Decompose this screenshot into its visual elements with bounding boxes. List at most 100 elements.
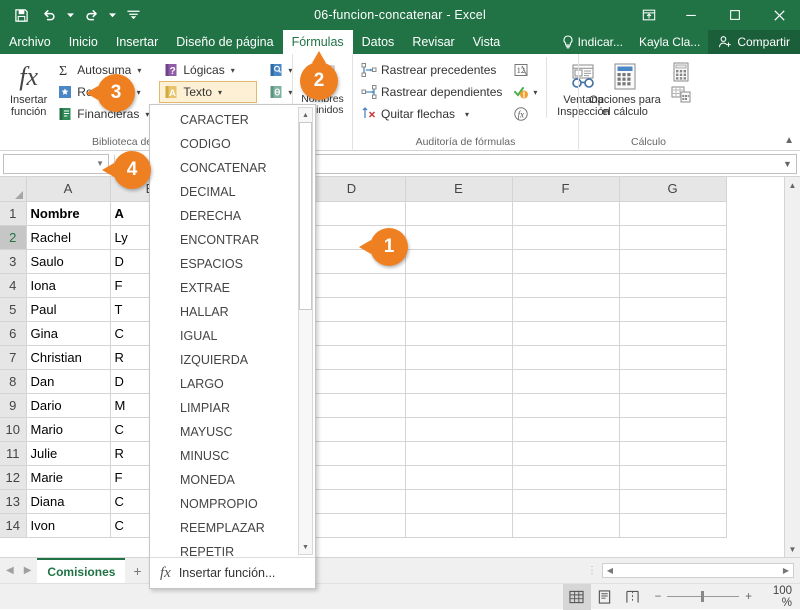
cell-a9[interactable]: Dario — [26, 393, 111, 418]
cell-f1[interactable] — [512, 201, 620, 226]
zoom-in-button[interactable]: + — [745, 591, 752, 603]
texto-button[interactable]: A Texto ▾ — [159, 81, 258, 103]
cell-f7[interactable] — [512, 345, 620, 370]
sheet-tab-comisiones[interactable]: Comisiones — [37, 558, 126, 583]
cell-f13[interactable] — [512, 489, 620, 514]
cell-g3[interactable] — [619, 249, 727, 274]
tab-revisar[interactable]: Revisar — [403, 30, 463, 54]
user-account[interactable]: Kayla Cla... — [631, 30, 708, 54]
cell-g11[interactable] — [619, 441, 727, 466]
split-grip-icon[interactable]: ⋮ — [587, 565, 597, 576]
row-header-13[interactable]: 13 — [0, 489, 27, 514]
chevron-down-icon[interactable]: ▾ — [218, 88, 222, 97]
cell-g1[interactable] — [619, 201, 727, 226]
row-header-2[interactable]: 2 — [0, 225, 27, 250]
tab-inicio[interactable]: Inicio — [60, 30, 107, 54]
cell-e2[interactable] — [405, 225, 513, 250]
share-button[interactable]: Compartir — [708, 30, 800, 54]
add-sheet-button[interactable]: + — [125, 558, 149, 583]
column-header-a[interactable]: A — [26, 177, 111, 202]
scroll-track[interactable] — [785, 193, 800, 541]
cell-e1[interactable] — [405, 201, 513, 226]
row-header-3[interactable]: 3 — [0, 249, 27, 274]
zoom-thumb[interactable] — [701, 591, 705, 602]
cell-a4[interactable]: Iona — [26, 273, 111, 298]
insertar-funcion-button[interactable]: fx Insertar función — [4, 57, 53, 119]
name-box[interactable]: ▼ — [3, 153, 109, 174]
chevron-down-icon[interactable]: ▾ — [533, 88, 537, 97]
row-header-5[interactable]: 5 — [0, 297, 27, 322]
vertical-scrollbar[interactable]: ▲ ▼ — [784, 177, 800, 557]
row-header-6[interactable]: 6 — [0, 321, 27, 346]
menu-item-minusc[interactable]: MINUSC — [150, 444, 315, 468]
row-header-9[interactable]: 9 — [0, 393, 27, 418]
zoom-track[interactable] — [667, 591, 740, 602]
logicas-button[interactable]: ? Lógicas ▾ — [159, 59, 257, 81]
cell-f12[interactable] — [512, 465, 620, 490]
next-sheet-icon[interactable]: ▶ — [24, 565, 32, 576]
menu-item-mayusc[interactable]: MAYUSC — [150, 420, 315, 444]
cell-a10[interactable]: Mario — [26, 417, 111, 442]
menu-scroll-thumb[interactable] — [299, 122, 312, 310]
tab-archivo[interactable]: Archivo — [0, 30, 60, 54]
scroll-up-icon[interactable]: ▲ — [299, 108, 312, 122]
page-break-view-icon[interactable] — [619, 584, 647, 610]
close-icon[interactable] — [758, 0, 800, 30]
cell-e13[interactable] — [405, 489, 513, 514]
cell-g6[interactable] — [619, 321, 727, 346]
mostrar-formulas-button[interactable]: 12 — [510, 59, 540, 81]
menu-item-nompropio[interactable]: NOMPROPIO — [150, 492, 315, 516]
scroll-down-icon[interactable]: ▼ — [785, 541, 800, 557]
menu-item-limpiar[interactable]: LIMPIAR — [150, 396, 315, 420]
menu-item-decimal[interactable]: DECIMAL — [150, 180, 315, 204]
menu-item-caracter[interactable]: CARACTER — [150, 108, 315, 132]
menu-item-codigo[interactable]: CODIGO — [150, 132, 315, 156]
evaluar-formula-button[interactable]: fx — [510, 103, 540, 125]
calcular-ahora-button[interactable] — [667, 61, 695, 83]
cell-a8[interactable]: Dan — [26, 369, 111, 394]
scroll-down-icon[interactable]: ▼ — [299, 540, 312, 554]
cell-a5[interactable]: Paul — [26, 297, 111, 322]
prev-sheet-icon[interactable]: ◀ — [6, 565, 14, 576]
menu-item-concatenar[interactable]: CONCATENAR — [150, 156, 315, 180]
maximize-icon[interactable] — [712, 0, 758, 30]
chevron-down-icon[interactable]: ▾ — [465, 110, 469, 119]
cell-f4[interactable] — [512, 273, 620, 298]
scroll-up-icon[interactable]: ▲ — [785, 177, 800, 193]
menu-item-derecha[interactable]: DERECHA — [150, 204, 315, 228]
busqueda-y-referencia-button[interactable]: ▾ — [265, 59, 295, 81]
cell-f6[interactable] — [512, 321, 620, 346]
cell-g9[interactable] — [619, 393, 727, 418]
quitar-flechas-button[interactable]: Quitar flechas ▾ — [357, 103, 506, 125]
cell-g12[interactable] — [619, 465, 727, 490]
row-header-12[interactable]: 12 — [0, 465, 27, 490]
calcular-hoja-button[interactable] — [667, 83, 695, 105]
menu-item-moneda[interactable]: MONEDA — [150, 468, 315, 492]
menu-item-extrae[interactable]: EXTRAE — [150, 276, 315, 300]
cell-e9[interactable] — [405, 393, 513, 418]
cell-f3[interactable] — [512, 249, 620, 274]
column-header-e[interactable]: E — [405, 177, 513, 202]
column-header-f[interactable]: F — [512, 177, 620, 202]
scroll-right-icon[interactable]: ▶ — [779, 566, 793, 575]
cell-a11[interactable]: Julie — [26, 441, 111, 466]
cell-e4[interactable] — [405, 273, 513, 298]
cell-a13[interactable]: Diana — [26, 489, 111, 514]
cell-g7[interactable] — [619, 345, 727, 370]
collapse-ribbon-icon[interactable]: ▲ — [784, 135, 794, 146]
tab-diseno-de-pagina[interactable]: Diseño de página — [167, 30, 282, 54]
scroll-left-icon[interactable]: ◀ — [603, 566, 617, 575]
cell-e10[interactable] — [405, 417, 513, 442]
column-header-g[interactable]: G — [619, 177, 727, 202]
cell-g13[interactable] — [619, 489, 727, 514]
zoom-level-label[interactable]: 100 % — [760, 585, 800, 609]
chevron-down-icon[interactable]: ▾ — [137, 66, 141, 75]
menu-item-repetir[interactable]: REPETIR — [150, 540, 315, 564]
cell-a3[interactable]: Saulo — [26, 249, 111, 274]
cell-a6[interactable]: Gina — [26, 321, 111, 346]
cell-f9[interactable] — [512, 393, 620, 418]
select-all-corner[interactable] — [0, 177, 27, 202]
menu-item-igual[interactable]: IGUAL — [150, 324, 315, 348]
cell-a1[interactable]: Nombre — [26, 201, 111, 226]
cell-e3[interactable] — [405, 249, 513, 274]
